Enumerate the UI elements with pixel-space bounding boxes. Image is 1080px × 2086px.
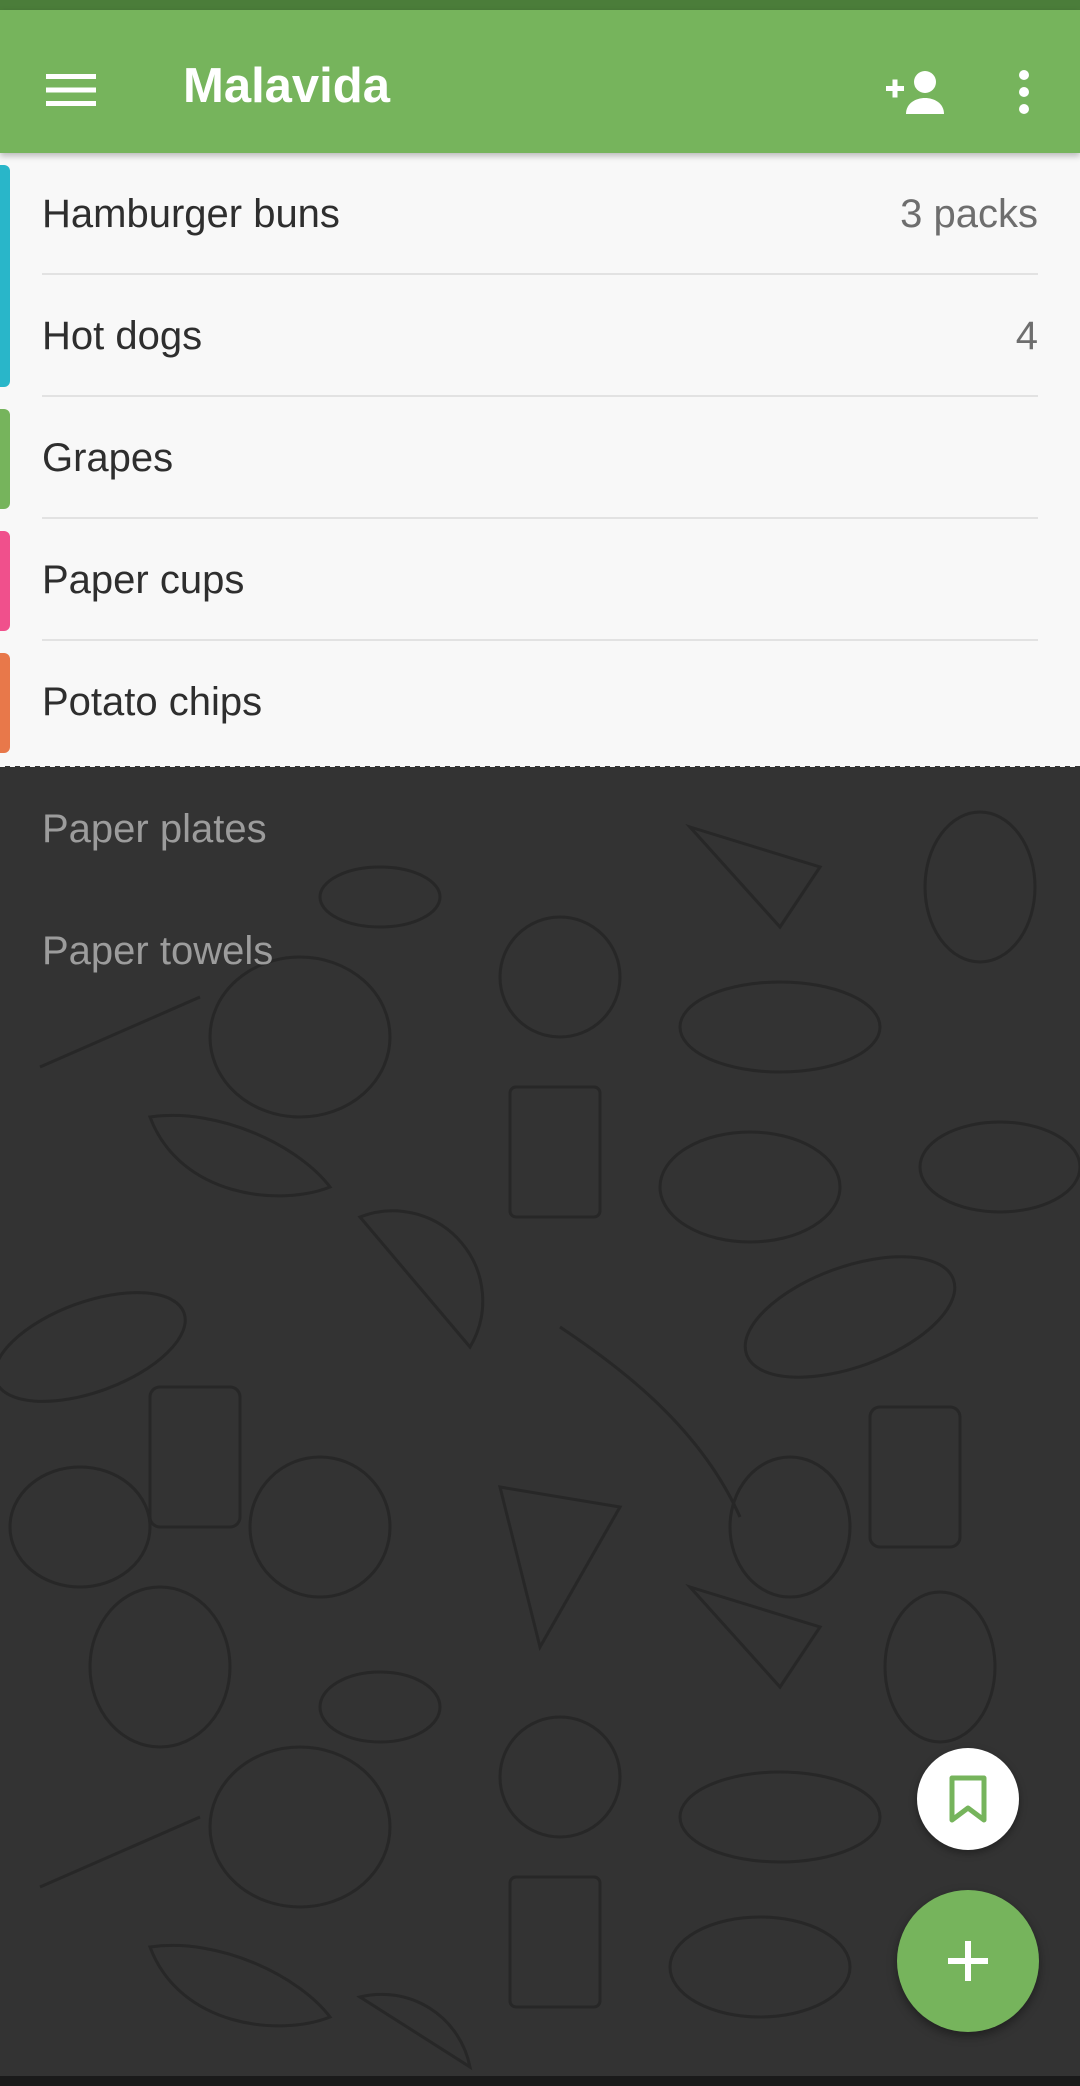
navigation-bar-strip [0,2076,1080,2086]
add-user-button[interactable] [872,48,960,136]
more-vert-icon [1019,70,1029,114]
item-label: Grapes [42,436,174,480]
more-options-button[interactable] [1000,48,1048,136]
person-add-icon [886,71,944,114]
plus-icon [948,1941,988,1981]
checked-item[interactable]: Paper towels [42,926,273,976]
menu-button[interactable] [27,46,115,134]
status-bar-strip [0,0,1080,10]
item-quantity: 3 packs [900,192,1038,236]
checked-item[interactable]: Paper plates [42,804,267,854]
list-item[interactable]: Potato chips [0,641,1080,763]
list-item[interactable]: Hot dogs 4 [0,275,1080,397]
app-bar: Malavida [0,10,1080,153]
item-label: Paper cups [42,558,245,602]
item-quantity: 4 [1015,314,1038,358]
checked-items-separator [0,763,1080,767]
bookmark-button[interactable] [917,1748,1019,1850]
item-label: Hot dogs [42,314,203,358]
app-title: Malavida [183,59,390,113]
menu-icon [46,74,96,106]
bookmark-icon [949,1775,987,1823]
add-item-button[interactable] [897,1890,1039,2032]
list-item[interactable]: Hamburger buns 3 packs [0,153,1080,275]
item-label: Hamburger buns [42,192,340,236]
item-label: Potato chips [42,680,263,724]
list-item[interactable]: Paper cups [0,519,1080,641]
shopping-list: Hamburger buns 3 packs Hot dogs 4 Grapes… [0,153,1080,766]
list-item[interactable]: Grapes [0,397,1080,519]
